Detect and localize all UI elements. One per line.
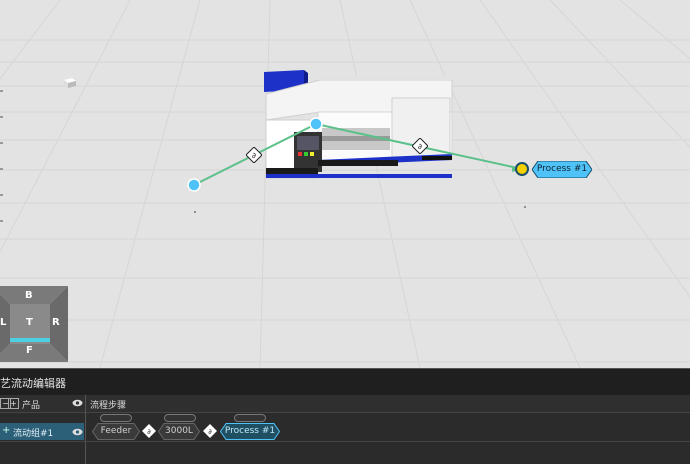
svg-text:∂: ∂ [208,428,212,436]
link-badge-icon[interactable]: ∂ [246,147,262,163]
panel-title-bar[interactable]: 艺流动编辑器 [0,368,690,395]
add-product-button[interactable]: + [8,398,19,409]
step-label: Feeder [100,426,132,436]
flow-editor-panel: 艺流动编辑器 − + 产品 流程步骤 + 流动组#1 Feeder ∂ 3000… [0,368,690,464]
step-handle[interactable] [164,414,196,422]
step-label: Process #1 [224,426,276,436]
machine-node[interactable] [308,116,324,132]
marker-dot [194,211,196,213]
step-handle[interactable] [100,414,132,422]
link-badge-icon[interactable]: ∂ [412,138,428,154]
nav-cube-top[interactable]: T [26,317,33,328]
svg-text:∂: ∂ [147,428,151,436]
steps-header: 流程步骤 [86,395,690,413]
svg-text:∂: ∂ [418,142,422,151]
source-node[interactable] [186,177,202,193]
nav-cube-back[interactable]: B [25,290,33,301]
product-item-label: 流动组#1 [13,429,54,439]
expand-icon[interactable]: + [2,425,10,436]
steps-header-label: 流程步骤 [90,401,127,411]
nav-cube-front[interactable]: F [26,345,33,356]
flow-links [193,120,523,186]
step-handle[interactable] [234,414,266,422]
svg-text:∂: ∂ [252,151,256,160]
nav-cube-left[interactable]: L [0,317,6,328]
process-tag[interactable]: Process #1 [531,160,593,179]
3d-viewport[interactable]: ∂ ∂ Process #1 B L T R F [0,0,690,368]
product-item[interactable]: + 流动组#1 [0,423,84,440]
link-badge-icon[interactable]: ∂ [203,424,217,438]
products-header-label: 产品 [22,401,41,411]
nav-cube[interactable]: B L T R F [0,286,68,362]
nav-cube-right[interactable]: R [52,317,60,328]
eye-icon[interactable] [72,428,83,436]
process-tag-label: Process #1 [536,164,588,174]
step-3000l[interactable]: 3000L [157,423,201,440]
panel-title: 艺流动编辑器 [0,377,66,390]
link-badge-icon[interactable]: ∂ [142,424,156,438]
step-feeder[interactable]: Feeder [91,423,141,440]
eye-icon[interactable] [72,399,83,407]
step-label: 3000L [165,426,193,436]
process-node[interactable] [514,161,530,177]
step-process-1[interactable]: Process #1 [219,423,281,440]
marker-dot [524,206,526,208]
row-separator [0,441,690,442]
products-header: − + 产品 [0,395,85,413]
